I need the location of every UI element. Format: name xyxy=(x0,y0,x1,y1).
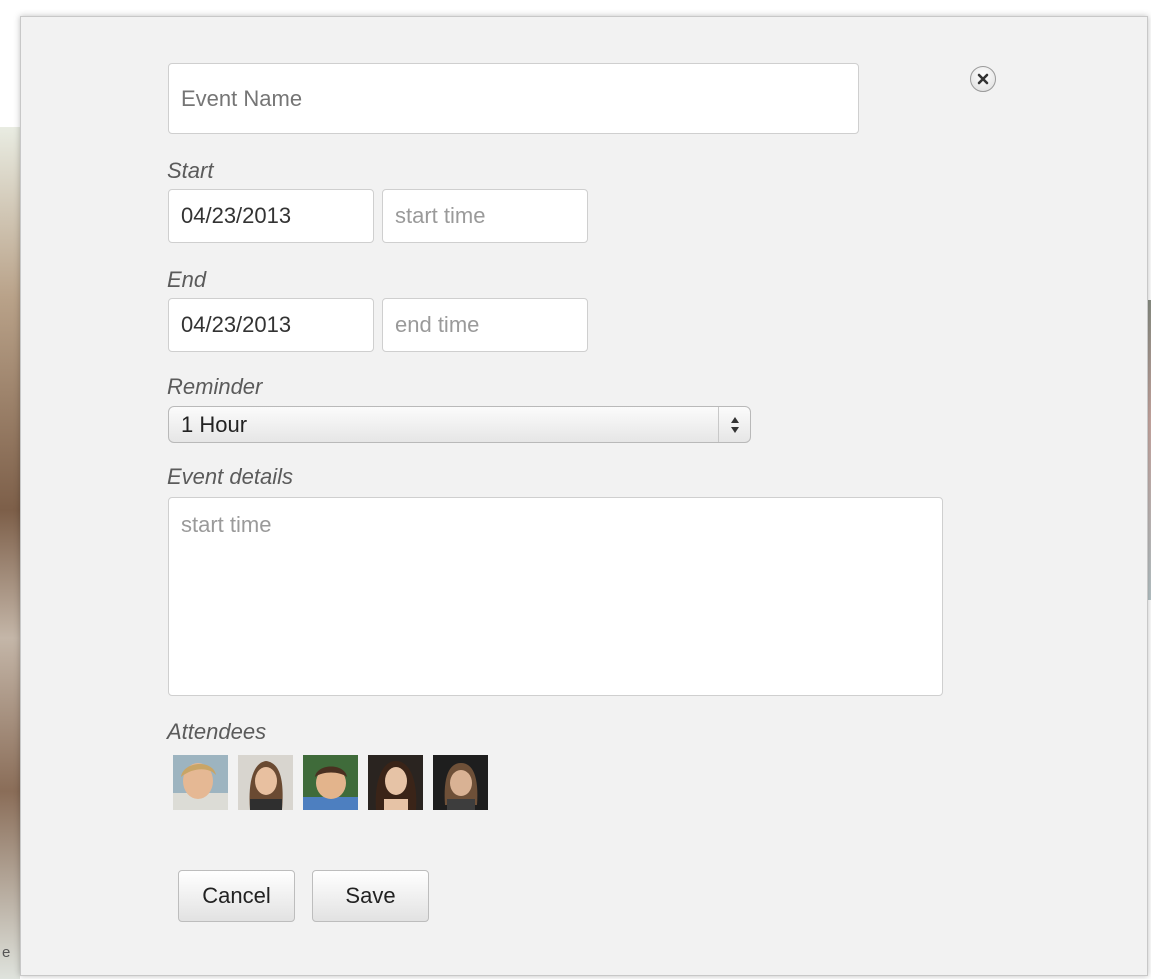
attendee-avatar-3[interactable] xyxy=(303,755,358,810)
avatar-photo-icon xyxy=(238,755,293,810)
attendees-label: Attendees xyxy=(167,719,267,744)
attendee-list xyxy=(173,755,488,810)
avatar-photo-icon xyxy=(173,755,228,810)
reminder-label: Reminder xyxy=(167,374,263,399)
start-time-input[interactable]: start time xyxy=(382,189,588,243)
save-button[interactable]: Save xyxy=(312,870,429,922)
close-icon xyxy=(977,73,989,85)
reminder-select[interactable]: 1 Hour xyxy=(168,406,751,443)
select-arrows-icon xyxy=(718,407,750,442)
cancel-button[interactable]: Cancel xyxy=(178,870,295,922)
avatar-photo-icon xyxy=(368,755,423,810)
background-photo-strip xyxy=(0,127,20,979)
attendee-avatar-4[interactable] xyxy=(368,755,423,810)
attendee-avatar-1[interactable] xyxy=(173,755,228,810)
avatar-photo-icon xyxy=(303,755,358,810)
end-label: End xyxy=(167,267,207,292)
end-time-input[interactable]: end time xyxy=(382,298,588,352)
attendee-avatar-5[interactable] xyxy=(433,755,488,810)
background-edge-text: e xyxy=(2,944,11,961)
event-details-label: Event details xyxy=(167,464,293,489)
event-name-input[interactable] xyxy=(168,63,859,134)
end-date-input[interactable]: 04/23/2013 xyxy=(168,298,374,352)
avatar-photo-icon xyxy=(433,755,488,810)
close-button[interactable] xyxy=(970,66,996,92)
reminder-selected-value: 1 Hour xyxy=(181,411,248,437)
event-details-textarea[interactable]: start time xyxy=(168,497,943,696)
event-modal: Start 04/23/2013 start time End 04/23/20… xyxy=(20,16,1148,976)
start-date-input[interactable]: 04/23/2013 xyxy=(168,189,374,243)
attendee-avatar-2[interactable] xyxy=(238,755,293,810)
background-header xyxy=(0,0,1151,16)
start-label: Start xyxy=(167,158,214,183)
